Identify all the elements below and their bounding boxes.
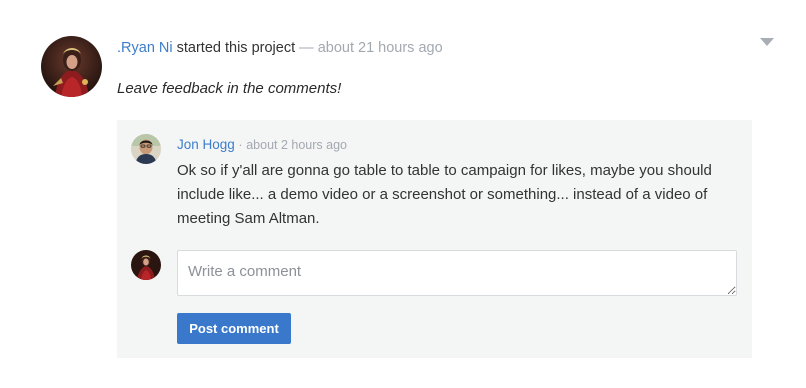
post-comment-button[interactable]: Post comment bbox=[177, 313, 291, 344]
comment-author-link[interactable]: Jon Hogg bbox=[177, 137, 235, 152]
comment-input[interactable] bbox=[177, 250, 737, 296]
commenter-avatar[interactable] bbox=[131, 134, 161, 164]
comment-timestamp[interactable]: about 2 hours ago bbox=[246, 138, 347, 152]
avatar-image bbox=[131, 134, 161, 164]
comments-panel: Jon Hogg · about 2 hours ago Ok so if y'… bbox=[117, 120, 752, 358]
comment-meta: Jon Hogg · about 2 hours ago bbox=[177, 137, 347, 153]
current-user-avatar bbox=[131, 250, 161, 280]
avatar-image bbox=[131, 250, 161, 280]
activity-item: .Ryan Ni started this project — about 21… bbox=[0, 0, 806, 388]
caret-down-icon[interactable] bbox=[760, 38, 774, 46]
timestamp-separator: — bbox=[299, 40, 314, 56]
comment-body: Ok so if y'all are gonna go table to tab… bbox=[177, 162, 712, 227]
author-link[interactable]: .Ryan Ni bbox=[117, 40, 173, 56]
comment-separator: · bbox=[238, 138, 243, 152]
activity-timestamp[interactable]: about 21 hours ago bbox=[318, 40, 443, 56]
activity-header: .Ryan Ni started this project — about 21… bbox=[117, 39, 443, 57]
author-avatar[interactable] bbox=[41, 36, 102, 97]
project-description: Leave feedback in the comments! bbox=[117, 80, 342, 97]
avatar-image bbox=[41, 36, 102, 97]
activity-action: started this project bbox=[176, 40, 296, 56]
